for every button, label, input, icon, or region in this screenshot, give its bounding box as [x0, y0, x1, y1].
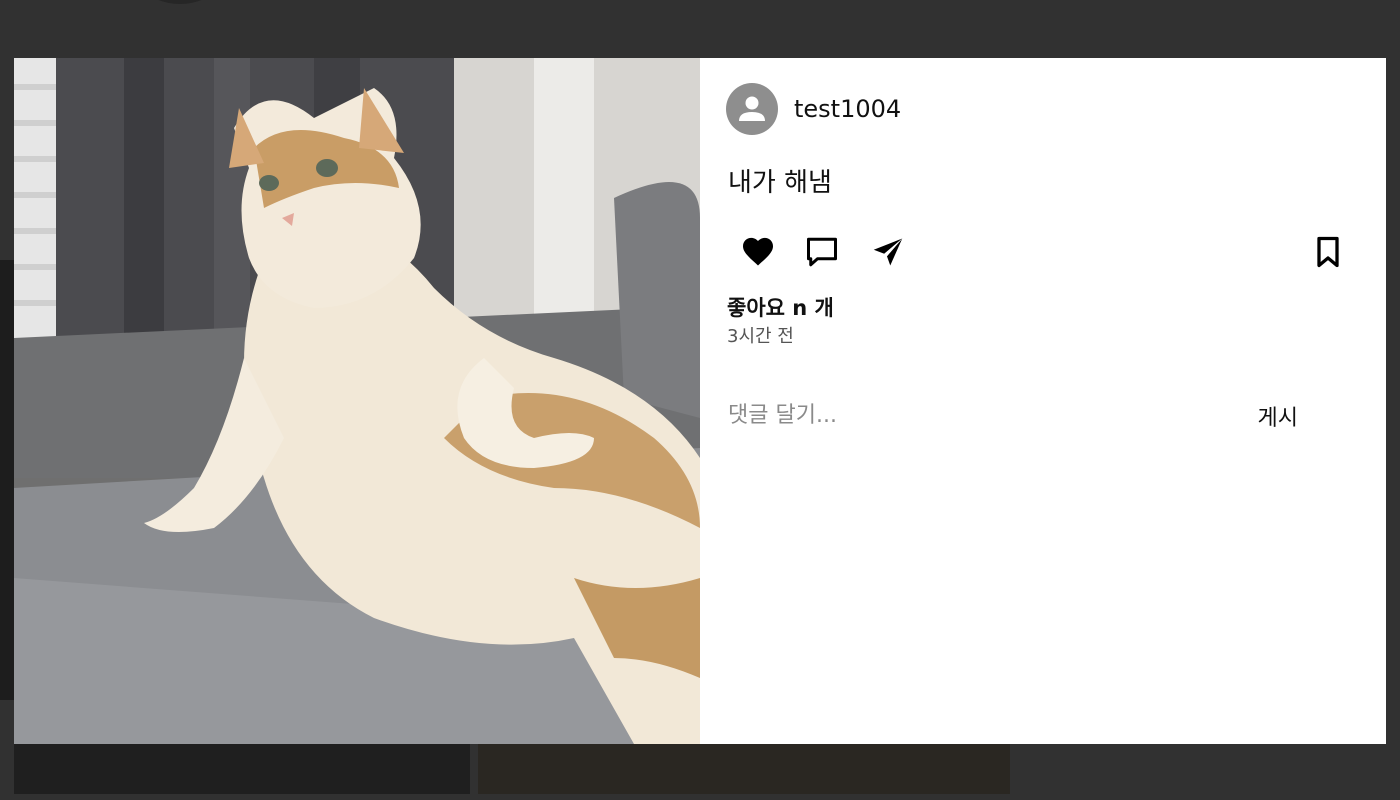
comment-input[interactable]	[728, 394, 1248, 436]
comment-form: 게시	[728, 394, 1328, 438]
like-count[interactable]: 좋아요 n 개	[727, 292, 834, 322]
user-icon	[739, 96, 765, 121]
heart-icon	[743, 237, 773, 266]
share-button[interactable]	[868, 232, 908, 272]
background-post-thumbnail	[14, 744, 470, 794]
post-actions	[738, 232, 1350, 276]
post-timestamp: 3시간 전	[727, 326, 794, 347]
background-edge	[0, 260, 14, 700]
post-caption: 내가 해냄	[728, 168, 832, 198]
background-post-thumbnail	[478, 744, 1010, 794]
post-author[interactable]: test1004	[726, 83, 901, 135]
avatar[interactable]	[726, 83, 778, 135]
comment-icon	[807, 237, 837, 267]
like-button[interactable]	[738, 232, 778, 272]
post-image	[14, 58, 700, 744]
cat-photo	[14, 58, 700, 744]
post-comment-button[interactable]: 게시	[1258, 400, 1298, 432]
send-icon	[873, 238, 903, 266]
username[interactable]: test1004	[794, 95, 901, 123]
bookmark-button[interactable]	[1308, 232, 1348, 272]
comment-button[interactable]	[802, 232, 842, 272]
post-info-panel: test1004 내가 해냄 좋아요 n 개 3시간 전 댓글 달기... 게시	[700, 58, 1386, 744]
bookmark-icon	[1317, 236, 1339, 268]
post-detail-modal: test1004 내가 해냄 좋아요 n 개 3시간 전 댓글 달기... 게시	[14, 58, 1386, 744]
